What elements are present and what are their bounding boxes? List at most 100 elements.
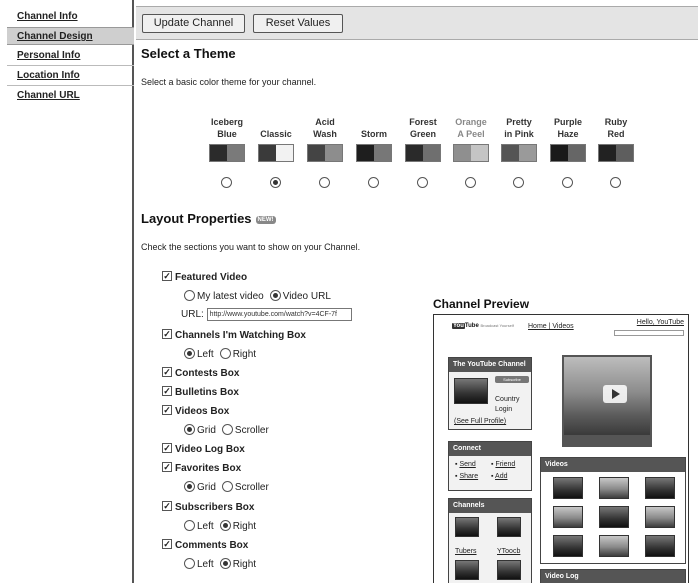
layout-option-label: Left bbox=[197, 559, 214, 570]
layout-box-checkbox[interactable]: ✓ bbox=[162, 501, 172, 512]
channel-preview-title: Channel Preview bbox=[433, 297, 530, 311]
my-latest-video-radio[interactable] bbox=[184, 289, 195, 301]
theme-name: Forest Green bbox=[409, 117, 437, 139]
layout-option-radio[interactable] bbox=[184, 480, 195, 492]
layout-section-description: Check the sections you want to show on y… bbox=[141, 242, 361, 252]
layout-box-row: ✓ Videos Box bbox=[162, 405, 229, 419]
layout-section-title-text: Layout Properties bbox=[141, 211, 252, 226]
sidebar-item-channel-design[interactable]: Channel Design bbox=[7, 27, 134, 45]
video-url-label: Video URL bbox=[282, 291, 331, 302]
update-channel-button[interactable]: Update Channel bbox=[142, 14, 245, 33]
theme-option[interactable]: Purple Haze bbox=[547, 116, 589, 188]
theme-section-title: Select a Theme bbox=[141, 46, 236, 61]
theme-swatch[interactable] bbox=[598, 144, 634, 162]
layout-box-checkbox[interactable]: ✓ bbox=[162, 539, 172, 550]
featured-video-checkbox[interactable]: ✓ bbox=[162, 271, 172, 282]
layout-box-options: Left Right bbox=[184, 519, 262, 534]
video-url-radio[interactable] bbox=[269, 289, 281, 301]
layout-option-label: Left bbox=[197, 349, 214, 360]
sidebar-item-channel-info[interactable]: Channel Info bbox=[7, 8, 134, 26]
layout-option-label: Grid bbox=[197, 482, 216, 493]
preview-connect-title: Connect bbox=[449, 442, 531, 456]
preview-channels-box: Channels Tubers YToocb bbox=[448, 498, 532, 583]
layout-option-radio[interactable] bbox=[219, 519, 231, 531]
preview-channel-avatar bbox=[497, 517, 521, 537]
theme-radio[interactable] bbox=[610, 177, 621, 188]
layout-option-radio[interactable] bbox=[184, 519, 195, 531]
layout-box-checkbox[interactable]: ✓ bbox=[162, 386, 172, 397]
theme-radio[interactable] bbox=[562, 177, 573, 188]
layout-box-options: Grid Scroller bbox=[184, 480, 275, 495]
theme-swatch[interactable] bbox=[258, 144, 294, 162]
layout-box-row: ✓ Favorites Box bbox=[162, 462, 241, 476]
main-content: Update Channel Reset Values Select a The… bbox=[136, 0, 698, 583]
sidebar-item-channel-url[interactable]: Channel URL bbox=[7, 87, 134, 105]
sidebar-item-location-info[interactable]: Location Info bbox=[7, 67, 134, 85]
theme-radio[interactable] bbox=[513, 177, 524, 188]
preview-connect-share: ▪ Share bbox=[455, 473, 479, 480]
theme-swatch[interactable] bbox=[307, 144, 343, 162]
layout-box-checkbox[interactable]: ✓ bbox=[162, 462, 172, 473]
theme-option[interactable]: Ruby Red bbox=[595, 116, 637, 188]
layout-option-radio[interactable] bbox=[221, 423, 233, 435]
layout-box-row: ✓ Channels I'm Watching Box bbox=[162, 329, 306, 343]
layout-option-label: Scroller bbox=[234, 425, 269, 436]
theme-radio[interactable] bbox=[270, 177, 281, 188]
toolbar: Update Channel Reset Values bbox=[136, 6, 698, 40]
reset-values-button[interactable]: Reset Values bbox=[253, 14, 343, 33]
theme-swatch[interactable] bbox=[405, 144, 441, 162]
layout-box-checkbox[interactable]: ✓ bbox=[162, 367, 172, 378]
layout-option-radio[interactable] bbox=[219, 347, 231, 359]
theme-option[interactable]: Classic bbox=[255, 116, 297, 188]
preview-search-box bbox=[614, 330, 684, 336]
theme-option[interactable]: Forest Green bbox=[402, 116, 444, 188]
theme-swatch[interactable] bbox=[550, 144, 586, 162]
sidebar-divider bbox=[7, 65, 134, 66]
theme-radio[interactable] bbox=[368, 177, 379, 188]
preview-video-log-box: Video Log bbox=[540, 569, 686, 583]
layout-option-radio[interactable] bbox=[184, 423, 195, 435]
preview-video-thumbnail bbox=[553, 506, 583, 528]
layout-box-label: Bulletins Box bbox=[175, 387, 239, 398]
theme-option[interactable]: Storm bbox=[353, 116, 395, 188]
theme-radio[interactable] bbox=[221, 177, 232, 188]
layout-box-checkbox[interactable]: ✓ bbox=[162, 329, 172, 340]
layout-box-label: Subscribers Box bbox=[175, 502, 255, 513]
theme-radio[interactable] bbox=[319, 177, 330, 188]
theme-name: Storm bbox=[360, 129, 387, 139]
theme-option[interactable]: Orange A Peel bbox=[450, 116, 492, 188]
theme-name: Purple Haze bbox=[553, 117, 582, 139]
featured-video-url-input[interactable]: http://www.youtube.com/watch?v=4CF-7f bbox=[206, 308, 352, 321]
preview-see-profile-link: (See Full Profile) bbox=[454, 418, 507, 425]
preview-video-thumbnail bbox=[553, 535, 583, 557]
layout-box-checkbox[interactable]: ✓ bbox=[162, 443, 172, 454]
preview-connect-friend: ▪ Friend bbox=[491, 461, 516, 468]
layout-box-row: ✓ Bulletins Box bbox=[162, 386, 239, 400]
preview-video-thumbnail bbox=[645, 535, 675, 557]
theme-name: Pretty in Pink bbox=[504, 117, 534, 139]
preview-channel-avatar bbox=[455, 560, 479, 580]
preview-login: Login bbox=[495, 406, 513, 413]
layout-box-row: ✓ Subscribers Box bbox=[162, 501, 254, 515]
theme-radio[interactable] bbox=[417, 177, 428, 188]
theme-option[interactable]: Acid Wash bbox=[304, 116, 346, 188]
layout-option-radio[interactable] bbox=[221, 480, 233, 492]
youtube-logo: YouTube Broadcast Yourself bbox=[452, 323, 514, 329]
layout-option-radio[interactable] bbox=[184, 557, 195, 569]
theme-swatch[interactable] bbox=[356, 144, 392, 162]
theme-option[interactable]: Pretty in Pink bbox=[498, 116, 540, 188]
theme-swatch[interactable] bbox=[453, 144, 489, 162]
preview-channel-avatar bbox=[497, 560, 521, 580]
theme-option[interactable]: Iceberg Blue bbox=[206, 116, 248, 188]
theme-swatch[interactable] bbox=[501, 144, 537, 162]
layout-box-row: ✓ Contests Box bbox=[162, 367, 239, 381]
layout-option-label: Grid bbox=[197, 425, 216, 436]
layout-option-radio[interactable] bbox=[184, 347, 195, 359]
theme-radio[interactable] bbox=[465, 177, 476, 188]
sidebar-item-personal-info[interactable]: Personal Info bbox=[7, 47, 134, 65]
theme-name: Orange A Peel bbox=[455, 117, 487, 139]
layout-box-checkbox[interactable]: ✓ bbox=[162, 405, 172, 416]
sidebar: Channel Info Channel Design Personal Inf… bbox=[0, 0, 134, 583]
layout-option-radio[interactable] bbox=[219, 557, 231, 569]
theme-swatch[interactable] bbox=[209, 144, 245, 162]
